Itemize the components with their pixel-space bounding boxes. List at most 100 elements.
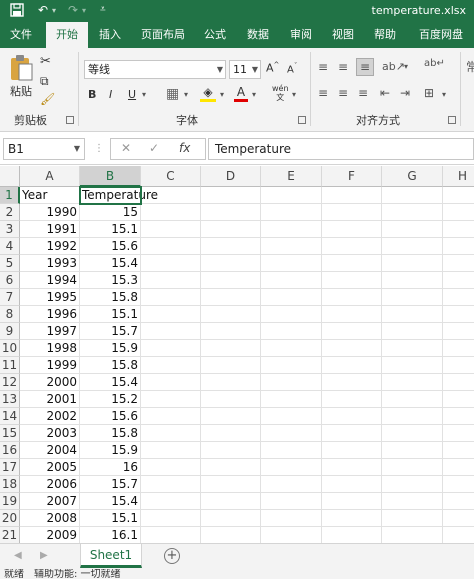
cell-a14[interactable]: 2002 bbox=[20, 408, 80, 425]
cell-f14[interactable] bbox=[322, 408, 382, 425]
cell-d17[interactable] bbox=[201, 459, 261, 476]
cell-f3[interactable] bbox=[322, 221, 382, 238]
column-header-d[interactable]: D bbox=[201, 166, 261, 187]
chevron-down-icon[interactable]: ▾ bbox=[184, 90, 188, 99]
cell-b20[interactable]: 15.1 bbox=[80, 510, 141, 527]
cell-g21[interactable] bbox=[382, 527, 443, 543]
row-header[interactable]: 15 bbox=[0, 425, 20, 442]
cell-h11[interactable] bbox=[443, 357, 474, 374]
cell-h5[interactable] bbox=[443, 255, 474, 272]
cell-e15[interactable] bbox=[261, 425, 322, 442]
sheet-tab-sheet1[interactable]: Sheet1 bbox=[80, 544, 142, 568]
cell-d8[interactable] bbox=[201, 306, 261, 323]
cell-h19[interactable] bbox=[443, 493, 474, 510]
cell-b6[interactable]: 15.3 bbox=[80, 272, 141, 289]
cell-e8[interactable] bbox=[261, 306, 322, 323]
cell-b19[interactable]: 15.4 bbox=[80, 493, 141, 510]
cell-f19[interactable] bbox=[322, 493, 382, 510]
cell-f9[interactable] bbox=[322, 323, 382, 340]
cell-e16[interactable] bbox=[261, 442, 322, 459]
cell-d12[interactable] bbox=[201, 374, 261, 391]
tab-help[interactable]: 帮助 bbox=[366, 22, 404, 48]
cell-e20[interactable] bbox=[261, 510, 322, 527]
column-header-b[interactable]: B bbox=[80, 166, 141, 187]
cell-c18[interactable] bbox=[141, 476, 201, 493]
cell-a18[interactable]: 2006 bbox=[20, 476, 80, 493]
cell-c3[interactable] bbox=[141, 221, 201, 238]
cell-d16[interactable] bbox=[201, 442, 261, 459]
cell-g5[interactable] bbox=[382, 255, 443, 272]
row-header[interactable]: 18 bbox=[0, 476, 20, 493]
cell-b12[interactable]: 15.4 bbox=[80, 374, 141, 391]
cell-g13[interactable] bbox=[382, 391, 443, 408]
cell-c8[interactable] bbox=[141, 306, 201, 323]
cell-b3[interactable]: 15.1 bbox=[80, 221, 141, 238]
font-size-dropdown[interactable]: 11 ▼ bbox=[229, 60, 261, 79]
cell-g16[interactable] bbox=[382, 442, 443, 459]
cell-c7[interactable] bbox=[141, 289, 201, 306]
tab-review[interactable]: 审阅 bbox=[282, 22, 320, 48]
formula-input[interactable]: Temperature bbox=[208, 138, 474, 160]
align-middle-icon[interactable]: ≡ bbox=[338, 60, 348, 74]
tab-insert[interactable]: 插入 bbox=[90, 22, 130, 48]
row-header[interactable]: 1 bbox=[0, 187, 20, 204]
row-header[interactable]: 16 bbox=[0, 442, 20, 459]
cell-c5[interactable] bbox=[141, 255, 201, 272]
cell-b7[interactable]: 15.8 bbox=[80, 289, 141, 306]
cell-g8[interactable] bbox=[382, 306, 443, 323]
font-name-dropdown[interactable]: 等线 ▼ bbox=[84, 60, 226, 79]
cell-b17[interactable]: 16 bbox=[80, 459, 141, 476]
cell-g10[interactable] bbox=[382, 340, 443, 357]
cell-c21[interactable] bbox=[141, 527, 201, 543]
cell-b4[interactable]: 15.6 bbox=[80, 238, 141, 255]
cell-h21[interactable] bbox=[443, 527, 474, 543]
cell-a6[interactable]: 1994 bbox=[20, 272, 80, 289]
row-header[interactable]: 10 bbox=[0, 340, 20, 357]
cell-h14[interactable] bbox=[443, 408, 474, 425]
cell-a16[interactable]: 2004 bbox=[20, 442, 80, 459]
cell-e11[interactable] bbox=[261, 357, 322, 374]
undo-dropdown-icon[interactable]: ▾ bbox=[52, 6, 56, 15]
cell-h9[interactable] bbox=[443, 323, 474, 340]
cell-a15[interactable]: 2003 bbox=[20, 425, 80, 442]
cell-d13[interactable] bbox=[201, 391, 261, 408]
cell-e6[interactable] bbox=[261, 272, 322, 289]
cell-e21[interactable] bbox=[261, 527, 322, 543]
row-header[interactable]: 3 bbox=[0, 221, 20, 238]
column-header-g[interactable]: G bbox=[382, 166, 443, 187]
cell-e14[interactable] bbox=[261, 408, 322, 425]
cell-a5[interactable]: 1993 bbox=[20, 255, 80, 272]
cell-b21[interactable]: 16.1 bbox=[80, 527, 141, 543]
column-header-f[interactable]: F bbox=[322, 166, 382, 187]
alignment-launcher-icon[interactable] bbox=[448, 116, 456, 124]
cell-a8[interactable]: 1996 bbox=[20, 306, 80, 323]
align-center-icon[interactable]: ≡ bbox=[338, 86, 348, 100]
row-header[interactable]: 4 bbox=[0, 238, 20, 255]
cancel-icon[interactable]: ✕ bbox=[121, 141, 131, 155]
cell-c19[interactable] bbox=[141, 493, 201, 510]
accessibility-status[interactable]: 辅助功能: 一切就绪 bbox=[34, 570, 121, 579]
cell-e19[interactable] bbox=[261, 493, 322, 510]
cell-g1[interactable] bbox=[382, 187, 443, 204]
cell-g20[interactable] bbox=[382, 510, 443, 527]
cell-f21[interactable] bbox=[322, 527, 382, 543]
cell-f18[interactable] bbox=[322, 476, 382, 493]
cell-c15[interactable] bbox=[141, 425, 201, 442]
cell-a1[interactable]: Year bbox=[20, 187, 80, 204]
cell-b13[interactable]: 15.2 bbox=[80, 391, 141, 408]
cell-a21[interactable]: 2009 bbox=[20, 527, 80, 543]
cell-g7[interactable] bbox=[382, 289, 443, 306]
cell-a17[interactable]: 2005 bbox=[20, 459, 80, 476]
format-painter-icon[interactable]: 🖌 bbox=[40, 92, 55, 106]
cell-c10[interactable] bbox=[141, 340, 201, 357]
cell-g15[interactable] bbox=[382, 425, 443, 442]
cell-f4[interactable] bbox=[322, 238, 382, 255]
cell-f1[interactable] bbox=[322, 187, 382, 204]
underline-button[interactable]: U bbox=[128, 88, 136, 101]
cell-h2[interactable] bbox=[443, 204, 474, 221]
tab-home[interactable]: 开始 bbox=[46, 22, 88, 48]
cell-b8[interactable]: 15.1 bbox=[80, 306, 141, 323]
row-header[interactable]: 20 bbox=[0, 510, 20, 527]
cell-g14[interactable] bbox=[382, 408, 443, 425]
align-left-icon[interactable]: ≡ bbox=[318, 86, 328, 100]
